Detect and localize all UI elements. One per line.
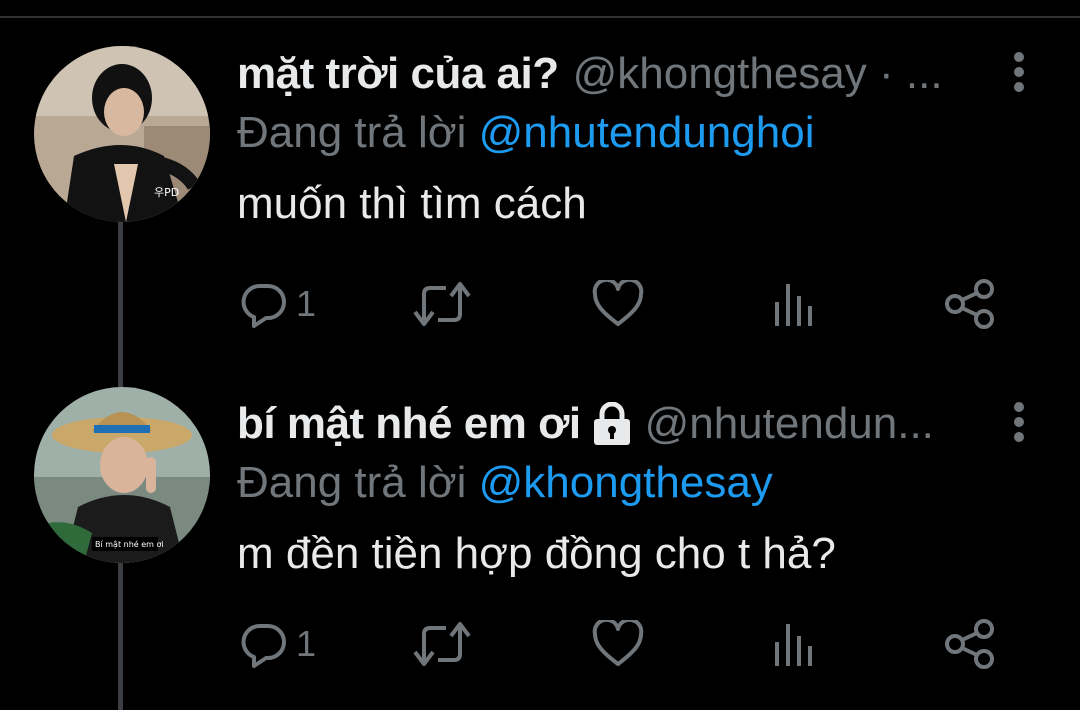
- tweet-actions: 1: [240, 276, 1000, 332]
- avatar-photo: 우PD: [34, 46, 210, 222]
- heart-icon: [592, 280, 644, 326]
- replying-to-label: Đang trả lời: [237, 458, 467, 507]
- replying-to-label: Đang trả lời: [237, 108, 467, 157]
- share-button[interactable]: [944, 616, 996, 672]
- avatar[interactable]: 우PD: [34, 46, 210, 222]
- retweet-icon: [413, 282, 471, 326]
- reply-count: 1: [296, 283, 317, 324]
- display-name[interactable]: bí mật nhé em ơi: [237, 399, 581, 449]
- mention-link[interactable]: @khongthesay: [479, 458, 773, 507]
- tweet-text: m đền tiền hợp đồng cho t hả?: [237, 529, 836, 578]
- display-name[interactable]: mặt trời của ai?: [237, 49, 559, 99]
- heart-icon: [592, 620, 644, 666]
- avatar-caption: 우PD: [154, 186, 179, 199]
- share-icon: [945, 619, 994, 669]
- reply-icon: [241, 623, 286, 668]
- like-button[interactable]: [592, 616, 644, 672]
- username-handle[interactable]: @khongthesay · ...: [573, 49, 943, 99]
- avatar[interactable]: Bí mật nhé em ơi: [34, 387, 210, 563]
- mention-link[interactable]: @nhutendunghoi: [479, 108, 815, 157]
- reply-button[interactable]: 1: [240, 276, 316, 332]
- more-vertical-icon[interactable]: [1007, 50, 1031, 94]
- retweet-button[interactable]: [412, 276, 472, 332]
- analytics-button[interactable]: [772, 276, 816, 332]
- tweet-header: mặt trời của ai? @khongthesay · ...: [237, 48, 1017, 100]
- replying-to: Đang trả lời @khongthesay: [237, 454, 1017, 512]
- analytics-button[interactable]: [772, 616, 816, 672]
- reply-count: 1: [296, 623, 317, 664]
- lock-icon: [593, 402, 630, 445]
- like-button[interactable]: [592, 276, 644, 332]
- share-button[interactable]: [944, 276, 996, 332]
- tweet[interactable]: mặt trời của ai? @khongthesay · ... Đang…: [237, 48, 1024, 230]
- tweet[interactable]: bí mật nhé em ơi @nhutendun... Đang trả …: [237, 398, 1024, 580]
- thread-connector-line: [118, 222, 123, 388]
- replying-to: Đang trả lời @nhutendunghoi: [237, 104, 1017, 162]
- tweet-text: muốn thì tìm cách: [237, 179, 587, 228]
- tweet-actions: 1: [240, 616, 1000, 672]
- username-handle[interactable]: @nhutendun...: [645, 399, 934, 449]
- share-icon: [945, 279, 994, 329]
- top-divider: [0, 16, 1080, 18]
- reply-button[interactable]: 1: [240, 616, 316, 672]
- thread-connector-line: [118, 563, 123, 710]
- retweet-button[interactable]: [412, 616, 472, 672]
- analytics-icon: [775, 284, 812, 326]
- reply-icon: [241, 283, 286, 328]
- avatar-photo: Bí mật nhé em ơi: [34, 387, 210, 563]
- tweet-thread: 우PD mặt trời của ai? @khongthesay · ... …: [0, 0, 1080, 710]
- more-vertical-icon[interactable]: [1007, 400, 1031, 444]
- tweet-header: bí mật nhé em ơi @nhutendun...: [237, 398, 1017, 450]
- avatar-caption: Bí mật nhé em ơi: [95, 539, 164, 550]
- analytics-icon: [775, 624, 812, 666]
- retweet-icon: [413, 622, 471, 666]
